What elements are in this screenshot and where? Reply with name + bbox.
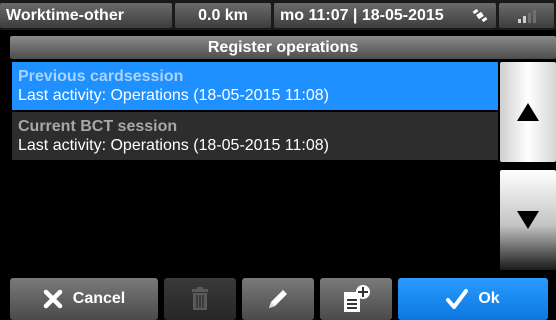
cancel-button-label: Cancel bbox=[72, 290, 126, 307]
check-icon bbox=[446, 288, 469, 310]
scroll-down-button[interactable] bbox=[500, 170, 556, 270]
list-item[interactable]: Previous cardsession Last activity: Oper… bbox=[12, 62, 498, 110]
list-item[interactable]: Current BCT session Last activity: Opera… bbox=[12, 112, 498, 160]
datetime-text: mo 11:07 | 18-05-2015 bbox=[280, 6, 444, 24]
list-item-title: Current BCT session bbox=[18, 118, 178, 135]
list-item-subtitle: Last activity: Operations (18-05-2015 11… bbox=[18, 87, 329, 104]
session-list: Previous cardsession Last activity: Oper… bbox=[12, 62, 498, 267]
signal-icon bbox=[499, 3, 554, 28]
current-activity: Worktime-other bbox=[0, 3, 172, 28]
trash-icon bbox=[191, 287, 209, 311]
satellite-icon bbox=[472, 8, 488, 23]
ok-button-label: Ok bbox=[478, 290, 500, 307]
scroll-controls bbox=[500, 62, 556, 270]
cancel-button[interactable]: Cancel bbox=[10, 278, 158, 320]
scroll-up-icon bbox=[517, 103, 539, 121]
datetime-readout: mo 11:07 | 18-05-2015 bbox=[274, 3, 496, 28]
scroll-up-button[interactable] bbox=[500, 62, 556, 162]
distance-readout: 0.0 km bbox=[175, 3, 271, 28]
delete-button[interactable] bbox=[164, 278, 236, 320]
ok-button[interactable]: Ok bbox=[398, 278, 548, 320]
scroll-down-icon bbox=[517, 211, 539, 229]
pencil-icon bbox=[265, 286, 291, 312]
bottom-toolbar: Cancel Ok bbox=[10, 278, 556, 320]
status-bar: Worktime-other 0.0 km mo 11:07 | 18-05-2… bbox=[0, 0, 556, 30]
list-item-title: Previous cardsession bbox=[18, 68, 184, 85]
close-icon bbox=[43, 289, 63, 309]
list-item-subtitle: Last activity: Operations (18-05-2015 11… bbox=[18, 137, 329, 154]
add-button[interactable] bbox=[320, 278, 392, 320]
edit-button[interactable] bbox=[242, 278, 314, 320]
add-document-icon bbox=[341, 284, 371, 314]
page-title: Register operations bbox=[10, 36, 556, 59]
